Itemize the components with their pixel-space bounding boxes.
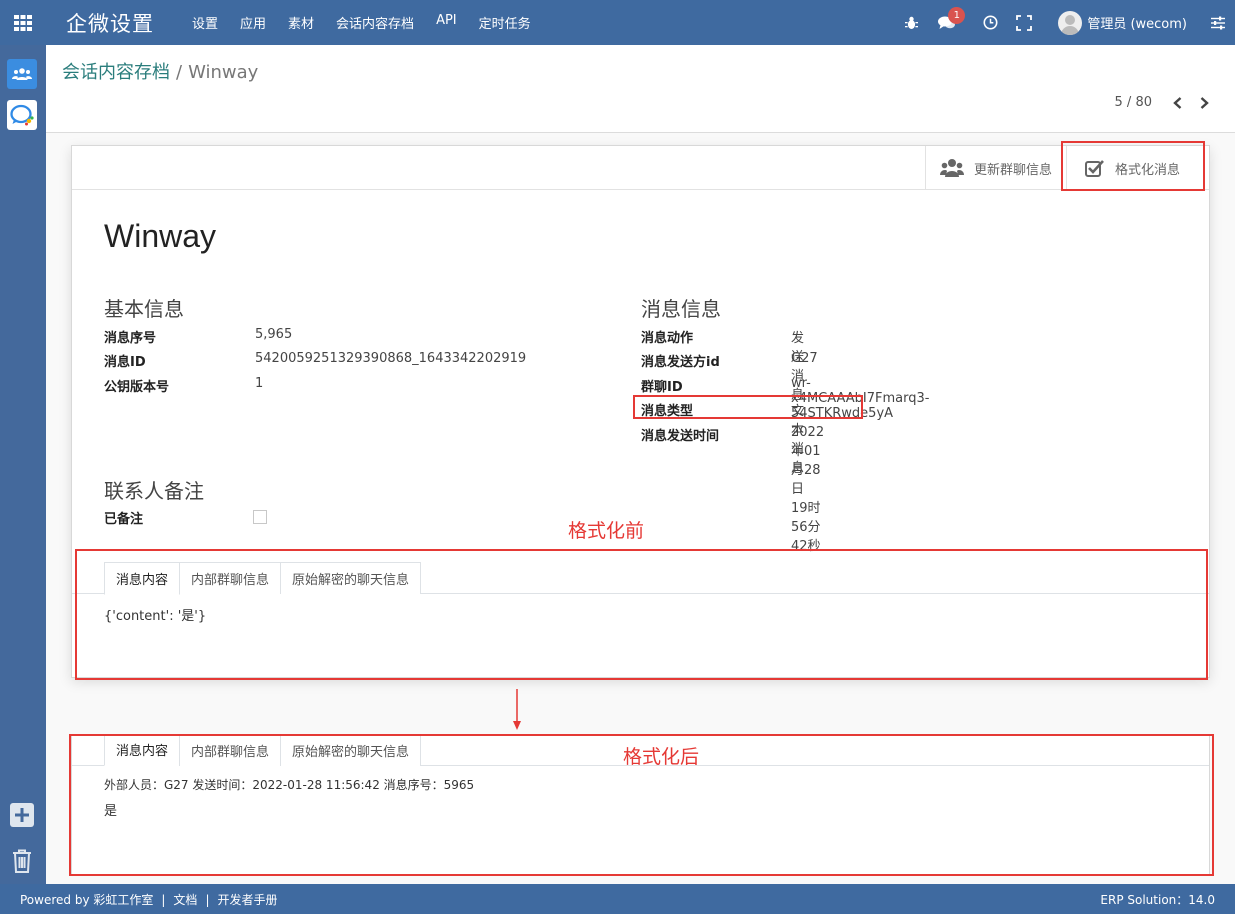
field-label: 消息序号 <box>104 331 157 346</box>
app-brand: 企微设置 <box>66 11 154 36</box>
field-group-chat-id: 群聊ID wr-x4MCAAAbI7Fmarq3-54STKRwde5yA <box>641 376 929 421</box>
footer: Powered by 彩虹工作室 | 文档 | 开发者手册 ERP Solution：1… <box>0 884 1235 914</box>
footer-version: ERP Solution：14.0 <box>1100 892 1215 907</box>
record-pager: 5 / 80 <box>1115 95 1215 110</box>
field-message-seq: 消息序号 5,965 <box>104 327 292 346</box>
user-menu[interactable]: 管理员 (wecom) <box>1058 10 1187 35</box>
main-menu: 设置 应用 素材 会话内容存档 API 定时任务 <box>192 13 553 32</box>
chevron-left-icon <box>1172 96 1181 109</box>
field-public-key-version: 公钥版本号 1 <box>104 376 263 395</box>
field-message-action: 消息动作 发送消息 <box>641 327 804 403</box>
settings-sliders-icon[interactable] <box>1211 16 1225 30</box>
breadcrumb-parent-link[interactable]: 会话内容存档 <box>62 62 170 83</box>
field-send-time: 消息发送时间 2022年01月28日 19时56分42秒 <box>641 425 824 554</box>
menu-item-materials[interactable]: 素材 <box>288 13 314 32</box>
menu-item-chat-archive[interactable]: 会话内容存档 <box>336 13 414 32</box>
field-value: 5,965 <box>255 327 293 342</box>
basic-info-heading: 基本信息 <box>104 297 184 321</box>
field-label: 消息ID <box>104 355 146 370</box>
field-label: 公钥版本号 <box>104 380 170 395</box>
menu-item-apps[interactable]: 应用 <box>240 13 266 32</box>
update-group-info-button[interactable]: 更新群聊信息 <box>925 146 1066 190</box>
wecom-chat-icon <box>10 104 34 126</box>
trash-icon <box>13 849 31 873</box>
field-label: 群聊ID <box>641 380 683 395</box>
users-group-icon <box>940 158 964 178</box>
arrow-down-icon <box>511 689 523 735</box>
menu-item-settings[interactable]: 设置 <box>192 13 218 32</box>
menu-item-api[interactable]: API <box>436 13 457 32</box>
annotation-before: 格式化前 <box>568 520 645 542</box>
sidebar <box>0 45 46 884</box>
field-value: 2022年01月28日 19时56分42秒 <box>791 425 825 554</box>
update-group-info-label: 更新群聊信息 <box>974 162 1053 178</box>
pager-value[interactable]: 5 / 80 <box>1115 95 1152 110</box>
footer-separator: | <box>205 892 210 907</box>
field-sender-id: 消息发送方id G27 <box>641 351 818 370</box>
field-value: 5420059251329390868_1643342202919 <box>255 351 527 366</box>
avatar <box>1058 10 1083 35</box>
highlight-before-panel <box>75 549 1208 680</box>
sidebar-add-button[interactable] <box>10 803 34 827</box>
field-remarked: 已备注 <box>104 508 143 527</box>
field-value: G27 <box>791 351 818 366</box>
footer-docs-link[interactable]: 文档 <box>173 893 197 907</box>
breadcrumb-separator: / <box>176 62 183 83</box>
remarked-checkbox[interactable] <box>253 510 267 524</box>
plus-icon <box>15 808 29 822</box>
apps-menu-icon[interactable] <box>0 0 46 45</box>
activity-clock-icon[interactable] <box>983 15 998 30</box>
notification-badge: 1 <box>948 6 966 24</box>
field-label: 消息动作 <box>641 331 694 346</box>
sidebar-contacts-app[interactable] <box>7 59 37 89</box>
pager-next-button[interactable] <box>1193 96 1215 109</box>
pager-previous-button[interactable] <box>1166 96 1188 109</box>
footer-dev-manual-link[interactable]: 开发者手册 <box>217 893 277 907</box>
top-navbar: 企微设置 设置 应用 素材 会话内容存档 API 定时任务 1 管理员 (wec… <box>0 0 1235 45</box>
highlight-after-panel <box>69 734 1214 876</box>
field-message-id: 消息ID 5420059251329390868_1643342202919 <box>104 351 526 370</box>
sidebar-chat-archive-app[interactable] <box>7 100 37 130</box>
highlight-format-button <box>1061 141 1205 191</box>
footer-powered-by-link[interactable]: Powered by 彩虹工作室 <box>20 893 153 907</box>
record-title: Winway <box>104 218 217 254</box>
field-label: 消息发送方id <box>641 355 720 370</box>
debug-bug-icon[interactable] <box>905 16 919 30</box>
contact-remark-heading: 联系人备注 <box>104 479 204 503</box>
footer-links: Powered by 彩虹工作室 | 文档 | 开发者手册 <box>20 891 278 908</box>
fullscreen-icon[interactable] <box>1016 14 1033 31</box>
message-info-heading: 消息信息 <box>641 297 721 321</box>
field-label: 已备注 <box>104 512 144 527</box>
messaging-chat-icon[interactable]: 1 <box>938 6 966 30</box>
button-box: 更新群聊信息 格式化消息 <box>72 146 1209 190</box>
highlight-message-type <box>633 395 863 419</box>
control-panel: 会话内容存档 / Winway 5 / 80 <box>46 45 1235 133</box>
breadcrumb: 会话内容存档 / Winway <box>62 58 258 84</box>
field-label: 消息发送时间 <box>641 429 720 444</box>
field-value: 1 <box>255 376 264 391</box>
user-name: 管理员 (wecom) <box>1087 17 1187 32</box>
contacts-group-icon <box>12 68 32 80</box>
chevron-right-icon <box>1200 96 1209 109</box>
menu-item-scheduled-tasks[interactable]: 定时任务 <box>479 13 531 32</box>
footer-separator: | <box>161 892 166 907</box>
breadcrumb-current: Winway <box>188 62 259 83</box>
sidebar-trash-button[interactable] <box>10 848 34 874</box>
